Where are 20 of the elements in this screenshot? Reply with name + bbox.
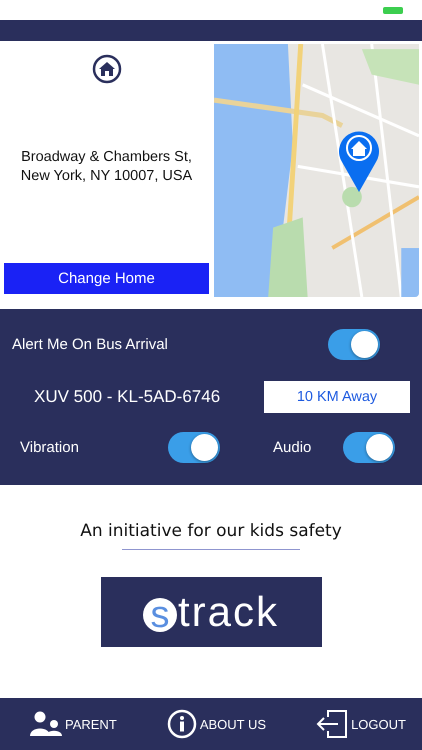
option-toggle[interactable]	[343, 432, 395, 462]
logout-icon	[316, 709, 348, 739]
option-toggle[interactable]	[168, 432, 220, 462]
battery-icon	[383, 6, 403, 14]
alert-label: Alert Me On Bus Arrival	[12, 336, 168, 352]
nav-button[interactable]: LOGOUT	[316, 709, 406, 739]
home-icon	[92, 54, 122, 84]
info-icon	[166, 709, 197, 739]
vehicle-label: XUV 500 - KL-5AD-6746	[34, 387, 220, 407]
nav-button[interactable]: PARENT	[30, 711, 117, 737]
logo: s track	[100, 577, 322, 647]
option-label: Audio	[273, 438, 312, 456]
nav-button[interactable]: ABOUT US	[166, 709, 266, 739]
change-home-button[interactable]: Change Home	[4, 263, 209, 294]
alert-toggle[interactable]	[328, 328, 380, 360]
people-icon	[30, 711, 62, 737]
option-label: Vibration	[20, 438, 79, 456]
home-address: Broadway & Chambers St, New York, NY 10007, USA	[20, 148, 192, 186]
tagline: An initiative for our kids safety	[80, 521, 342, 541]
distance-badge: 10 KM Away	[264, 381, 410, 413]
